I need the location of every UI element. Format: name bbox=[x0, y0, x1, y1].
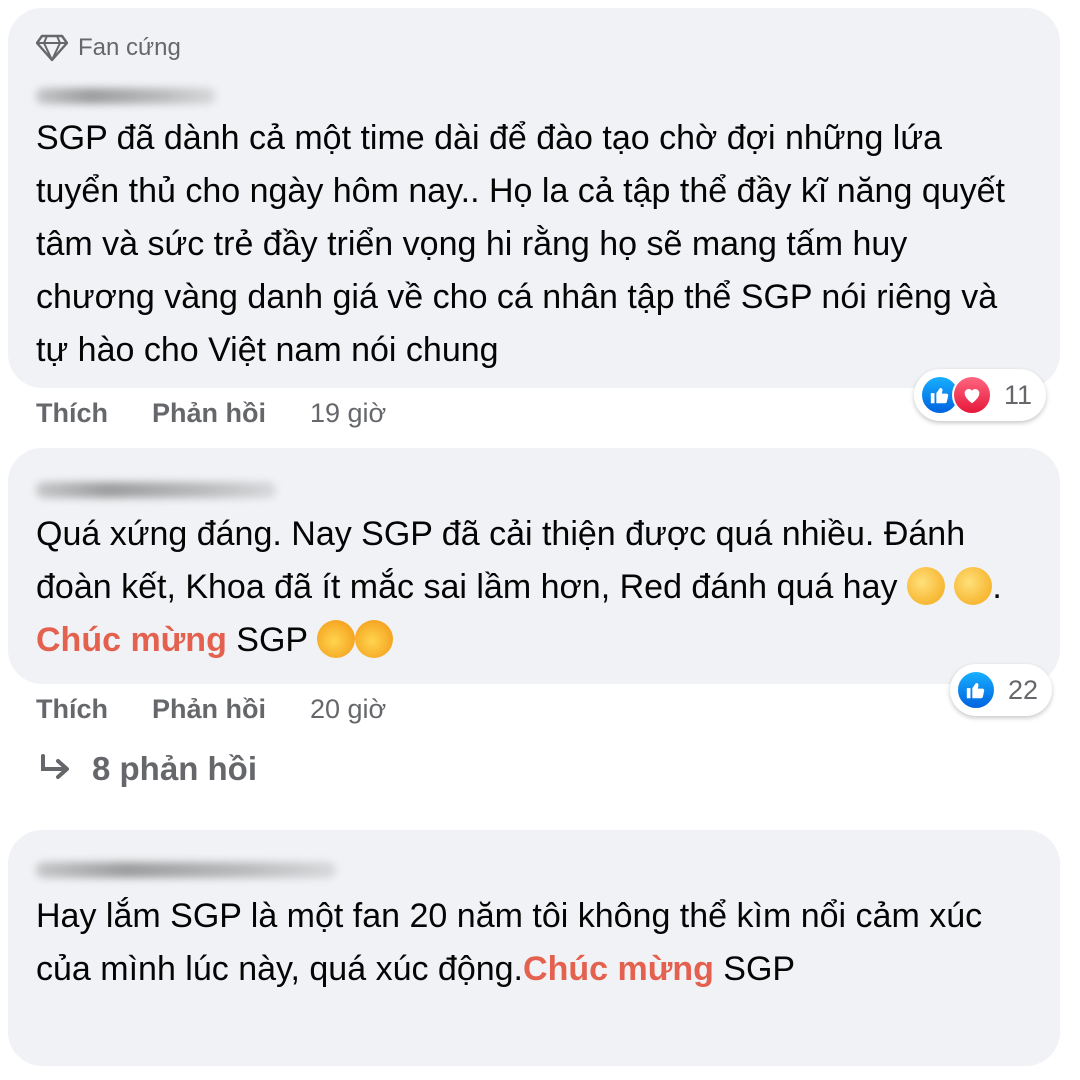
partying-face-emoji bbox=[354, 620, 393, 658]
comment-actions-1: Thích Phản hồi 19 giờ bbox=[36, 398, 386, 429]
view-replies-link[interactable]: 8 phản hồi bbox=[38, 750, 257, 788]
comment-text: Hay lắm SGP là một fan 20 năm tôi không … bbox=[36, 890, 1020, 996]
clapping-hands-emoji bbox=[906, 567, 945, 605]
author-name-blurred[interactable] bbox=[36, 88, 216, 104]
comment-bubble-1: Fan cứng SGP đã dành cả một time dài để … bbox=[8, 8, 1060, 388]
like-action[interactable]: Thích bbox=[36, 398, 108, 429]
comment-text-part: SGP bbox=[226, 621, 308, 659]
comment-text-part: Hay lắm SGP là một fan 20 năm tôi không … bbox=[36, 897, 983, 988]
timestamp[interactable]: 19 giờ bbox=[310, 398, 386, 429]
hashtag-link[interactable]: Chúc mừng bbox=[523, 950, 714, 988]
partying-face-emoji bbox=[316, 620, 355, 658]
reaction-summary-2[interactable]: 22 bbox=[950, 664, 1053, 716]
comment-bubble-3: Hay lắm SGP là một fan 20 năm tôi không … bbox=[8, 830, 1060, 1066]
like-reaction-icon bbox=[956, 670, 996, 710]
reaction-count: 11 bbox=[1004, 379, 1033, 410]
reply-arrow-icon bbox=[41, 754, 69, 779]
clapping-hands-emoji bbox=[954, 567, 993, 605]
reply-action[interactable]: Phản hồi bbox=[152, 398, 266, 429]
hashtag-link[interactable]: Chúc mừng bbox=[36, 621, 227, 659]
comment-text: SGP đã dành cả một time dài để đào tạo c… bbox=[36, 119, 1005, 369]
comment-text-part: SGP bbox=[713, 950, 796, 988]
comment-bubble-2: Quá xứng đáng. Nay SGP đã cải thiện được… bbox=[8, 448, 1060, 684]
comment-text-part: Quá xứng đáng. Nay SGP đã cải thiện được… bbox=[36, 515, 966, 606]
reply-action[interactable]: Phản hồi bbox=[152, 694, 266, 725]
diamond-icon bbox=[36, 34, 68, 62]
comment-text: Quá xứng đáng. Nay SGP đã cải thiện được… bbox=[36, 508, 1020, 667]
reaction-summary-1[interactable]: 11 bbox=[914, 369, 1047, 421]
replies-count-label: 8 phản hồi bbox=[92, 750, 257, 787]
author-name-blurred[interactable] bbox=[36, 482, 276, 498]
badge-label: Fan cứng bbox=[78, 34, 181, 61]
comment-text-part: . bbox=[992, 568, 1002, 606]
fan-badge[interactable]: Fan cứng bbox=[36, 34, 181, 62]
love-reaction-icon bbox=[952, 375, 992, 415]
author-name-blurred[interactable] bbox=[36, 862, 336, 878]
like-action[interactable]: Thích bbox=[36, 694, 108, 725]
reaction-count: 22 bbox=[1008, 674, 1039, 705]
timestamp[interactable]: 20 giờ bbox=[310, 694, 386, 725]
comment-actions-2: Thích Phản hồi 20 giờ bbox=[36, 694, 386, 725]
